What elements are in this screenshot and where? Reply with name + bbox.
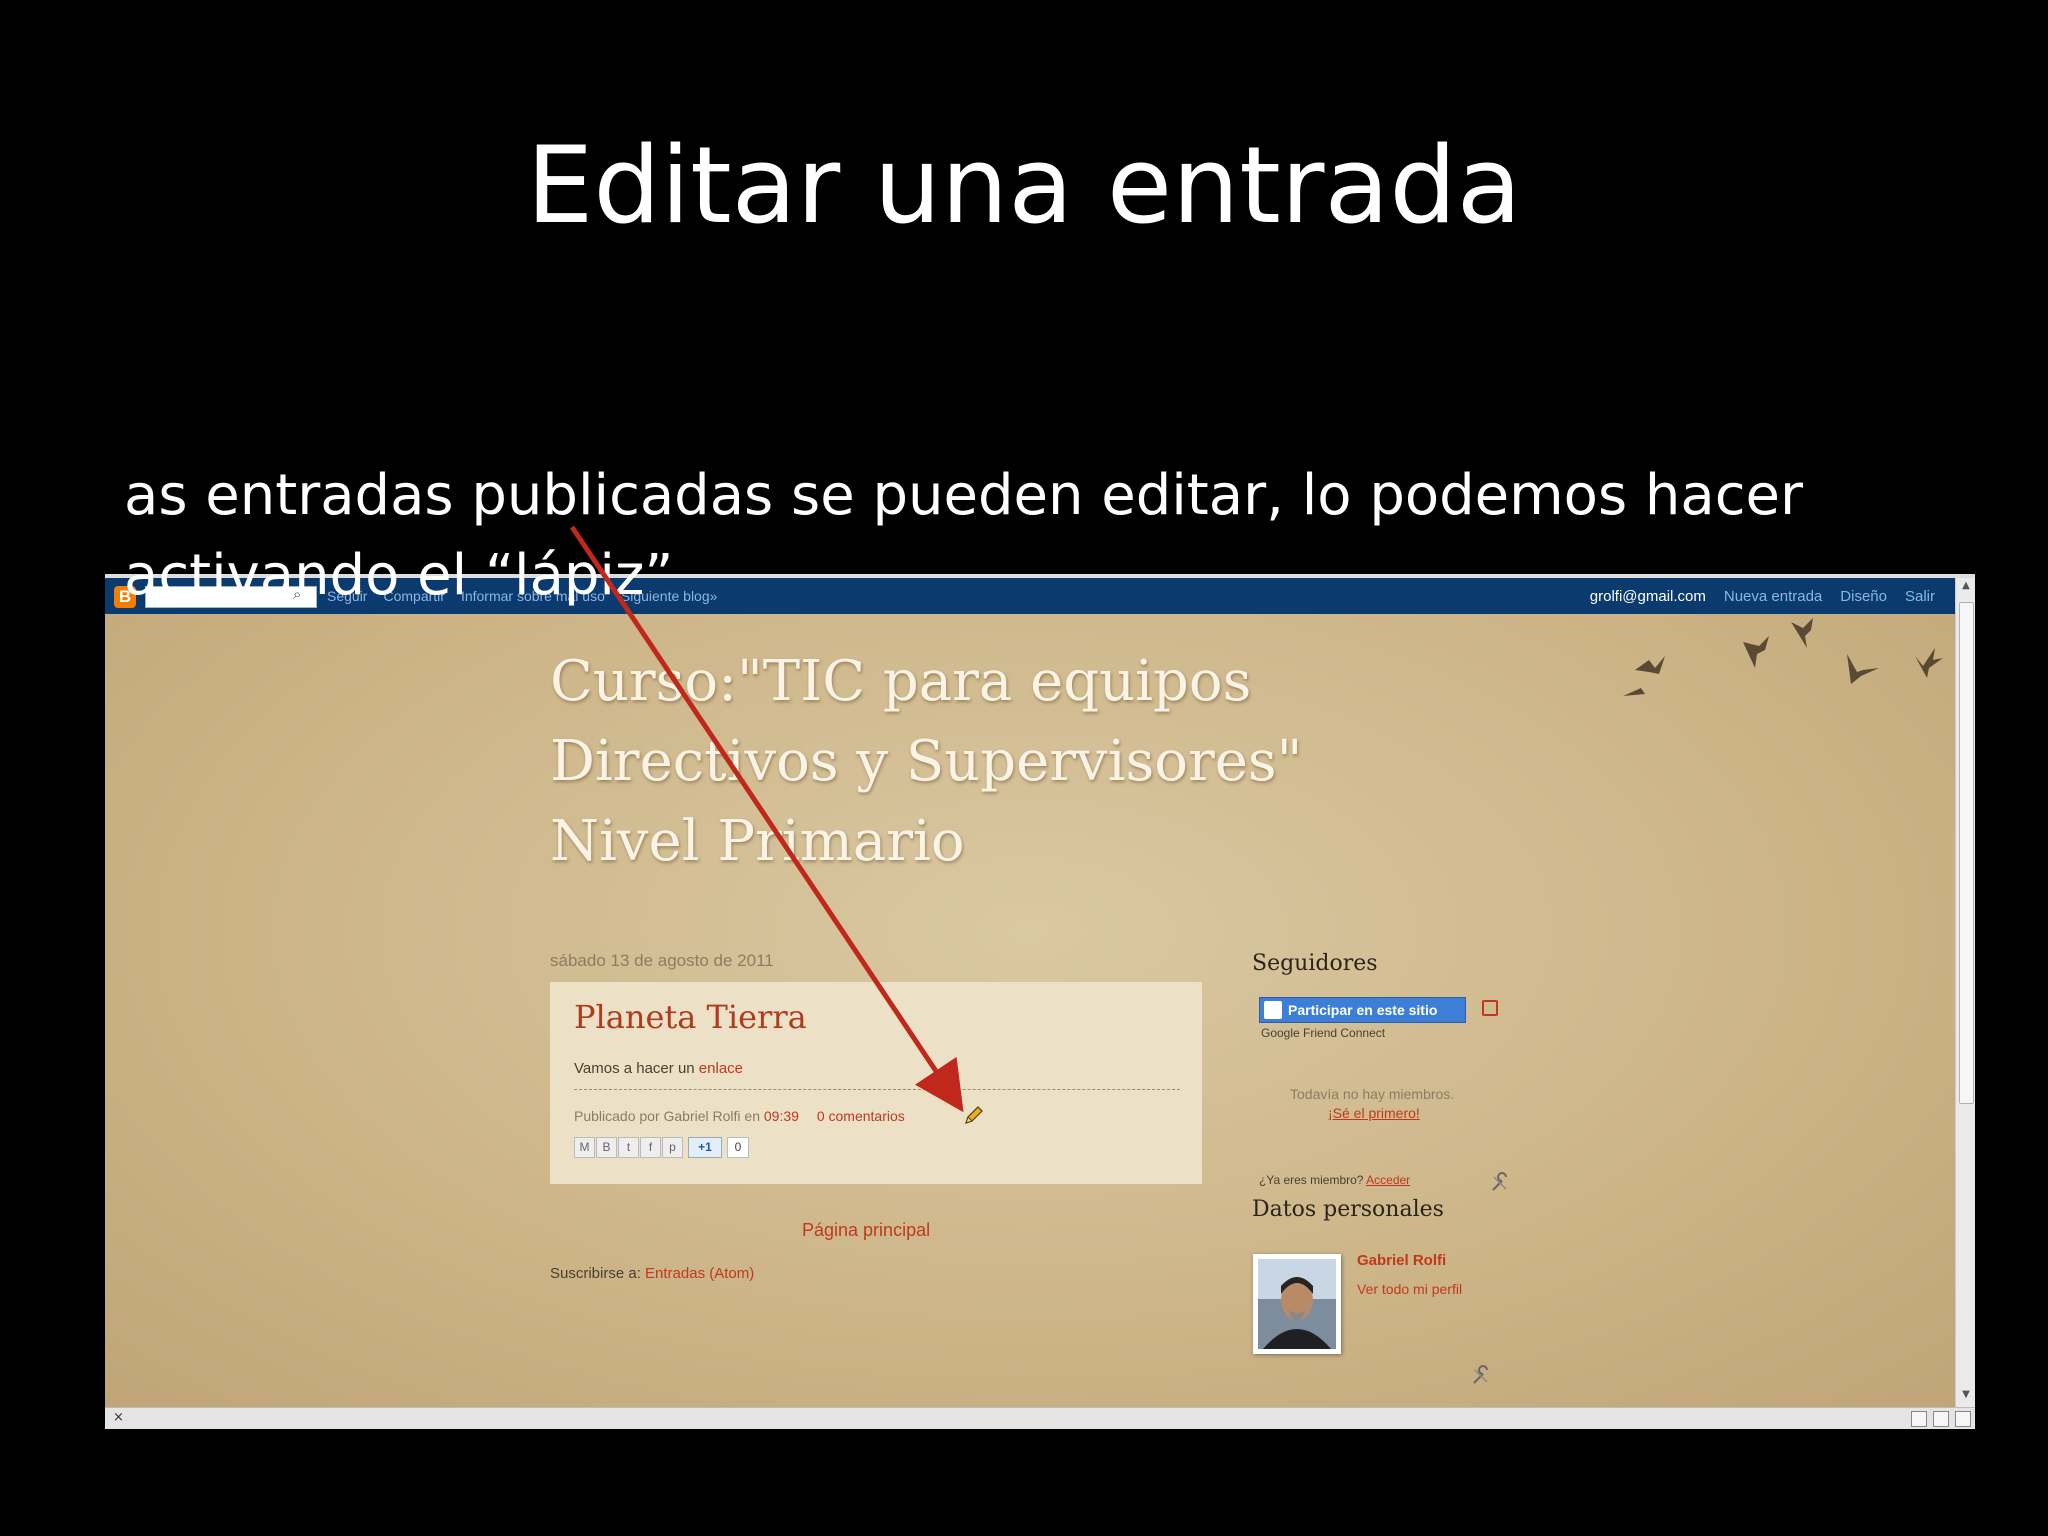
wrench-icon[interactable]: [1470, 1365, 1492, 1387]
profile-name-link[interactable]: Gabriel Rolfi: [1357, 1252, 1446, 1269]
vertical-scrollbar[interactable]: ▲ ▼: [1955, 578, 1975, 1407]
gfc-label: Google Friend Connect: [1261, 1026, 1386, 1040]
close-icon[interactable]: ×: [113, 1410, 124, 1425]
subscribe-label: Suscribirse a:: [550, 1265, 641, 1282]
fullscreen-icon[interactable]: [1933, 1411, 1949, 1427]
join-site-button[interactable]: Participar en este sitio: [1259, 997, 1466, 1023]
scroll-thumb[interactable]: [1959, 602, 1974, 1104]
bird-4: [1847, 654, 1879, 684]
twitter-share-icon[interactable]: t: [618, 1137, 639, 1158]
buzz-share-icon[interactable]: p: [662, 1137, 683, 1158]
bird-5: [1915, 648, 1943, 678]
post-comments-link[interactable]: 0 comentarios: [817, 1108, 905, 1124]
statusbar-icons: [1911, 1411, 1971, 1427]
followers-heading: Seguidores: [1252, 951, 1378, 976]
post-body-text: Vamos a hacer un: [574, 1060, 695, 1077]
scroll-down-icon[interactable]: ▼: [1956, 1389, 1975, 1405]
home-link[interactable]: Página principal: [802, 1220, 930, 1241]
pencil-icon[interactable]: [962, 1105, 984, 1127]
slide-text-line-2: activando el “lápiz”: [124, 543, 674, 608]
blog-title[interactable]: Curso:"TIC para equipos Directivos y Sup…: [550, 642, 1410, 882]
profile-photo[interactable]: [1253, 1254, 1341, 1354]
mail-icon[interactable]: [1955, 1411, 1971, 1427]
post-body: Vamos a hacer un enlace: [574, 1060, 743, 1077]
already-member-text: ¿Ya eres miembro?: [1259, 1173, 1364, 1187]
popout-icon[interactable]: [1482, 1000, 1498, 1016]
post-date: sábado 13 de agosto de 2011: [550, 951, 774, 970]
blog-title-line-3: Nivel Primario: [550, 809, 965, 874]
be-first-link[interactable]: ¡Sé el primero!: [1328, 1105, 1420, 1121]
bird-3: [1791, 618, 1813, 648]
sign-in-link[interactable]: Acceder: [1366, 1173, 1410, 1187]
blog-title-line-1: Curso:"TIC para equipos: [550, 649, 1252, 714]
blog-page: Curso:"TIC para equipos Directivos y Sup…: [105, 614, 1955, 1407]
facebook-share-icon[interactable]: f: [640, 1137, 661, 1158]
email-share-icon[interactable]: M: [574, 1137, 595, 1158]
google-connect-icon: [1264, 1001, 1282, 1019]
bird-1: [1623, 656, 1665, 696]
blog-title-line-2: Directivos y Supervisores": [550, 729, 1303, 794]
post-footer: Publicado por Gabriel Rolfi en 09:39 0 c…: [574, 1108, 905, 1124]
post-title[interactable]: Planeta Tierra: [574, 998, 807, 1036]
slide-title: Editar una entrada: [526, 124, 1522, 247]
profile-heading: Datos personales: [1252, 1197, 1444, 1222]
birds-decoration: [1623, 618, 1943, 696]
no-members-text: Todavía no hay miembros.: [1290, 1086, 1455, 1102]
post-time-link[interactable]: 09:39: [764, 1108, 799, 1124]
bird-2: [1743, 636, 1769, 668]
post: Planeta Tierra Vamos a hacer un enlace P…: [550, 982, 1202, 1184]
subscribe-atom-link[interactable]: Entradas (Atom): [645, 1265, 754, 1282]
wrench-icon[interactable]: [1489, 1172, 1511, 1194]
share-buttons: M B t f p +1 0: [574, 1137, 749, 1158]
post-author: Publicado por Gabriel Rolfi en: [574, 1108, 760, 1124]
browser-statusbar: ×: [105, 1407, 1975, 1429]
plusone-button[interactable]: +1: [688, 1137, 722, 1158]
join-site-label: Participar en este sitio: [1288, 1002, 1438, 1018]
post-separator: [574, 1089, 1180, 1090]
subscribe-line: Suscribirse a: Entradas (Atom): [550, 1265, 754, 1282]
slide-text-line-1: as entradas publicadas se pueden editar,…: [124, 463, 1803, 528]
browser-window: B ⌕ Seguir Compartir Informar sobre mal …: [105, 574, 1975, 1429]
post-body-link[interactable]: enlace: [699, 1060, 743, 1077]
window-icon[interactable]: [1911, 1411, 1927, 1427]
member-line: ¿Ya eres miembro? Acceder: [1259, 1173, 1410, 1187]
plusone-count: 0: [727, 1137, 749, 1158]
profile-view-link[interactable]: Ver todo mi perfil: [1357, 1281, 1462, 1297]
blogger-share-icon[interactable]: B: [596, 1137, 617, 1158]
